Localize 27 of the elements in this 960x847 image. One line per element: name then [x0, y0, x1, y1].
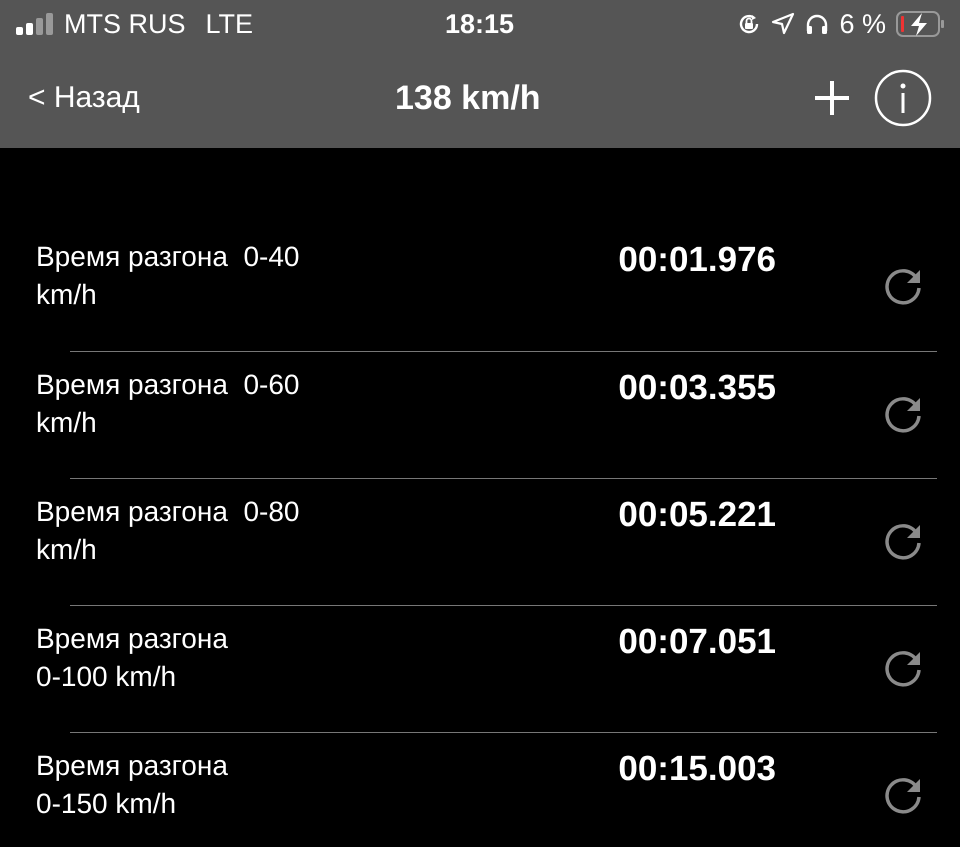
time-value: 00:01.976 [617, 240, 776, 280]
acceleration-label: Время разгона 0-60 [36, 368, 300, 402]
time-value: 00:15.003 [617, 749, 776, 789]
add-icon[interactable] [812, 78, 852, 118]
status-time: 18:15 [445, 8, 514, 40]
acceleration-label: 0-100 km/h [36, 660, 178, 694]
acceleration-label: km/h [36, 406, 98, 440]
time-value: 00:03.355 [617, 368, 776, 408]
headphones-icon [805, 12, 830, 36]
info-icon[interactable] [874, 69, 932, 127]
network-type: LTE [206, 8, 254, 40]
acceleration-label: km/h [36, 278, 98, 312]
acceleration-label: Время разгона [36, 622, 229, 656]
battery-charging-icon [896, 11, 946, 37]
time-value: 00:05.221 [617, 495, 776, 535]
acceleration-label: Время разгона [36, 749, 229, 783]
back-button[interactable]: < Назад [28, 81, 140, 115]
acceleration-label: Время разгона 0-80 [36, 495, 300, 529]
acceleration-label: 0-150 km/h [36, 787, 178, 821]
location-icon [771, 12, 796, 36]
acceleration-label: Время разгона 0-40 [36, 240, 300, 274]
acceleration-label: km/h [36, 533, 98, 567]
signal-icon [16, 13, 54, 35]
carrier-name: MTS RUS [64, 8, 186, 40]
time-value: 00:07.051 [617, 622, 776, 662]
nav-title: 138 km/h [395, 78, 541, 118]
battery-percent: 6 % [839, 8, 886, 40]
